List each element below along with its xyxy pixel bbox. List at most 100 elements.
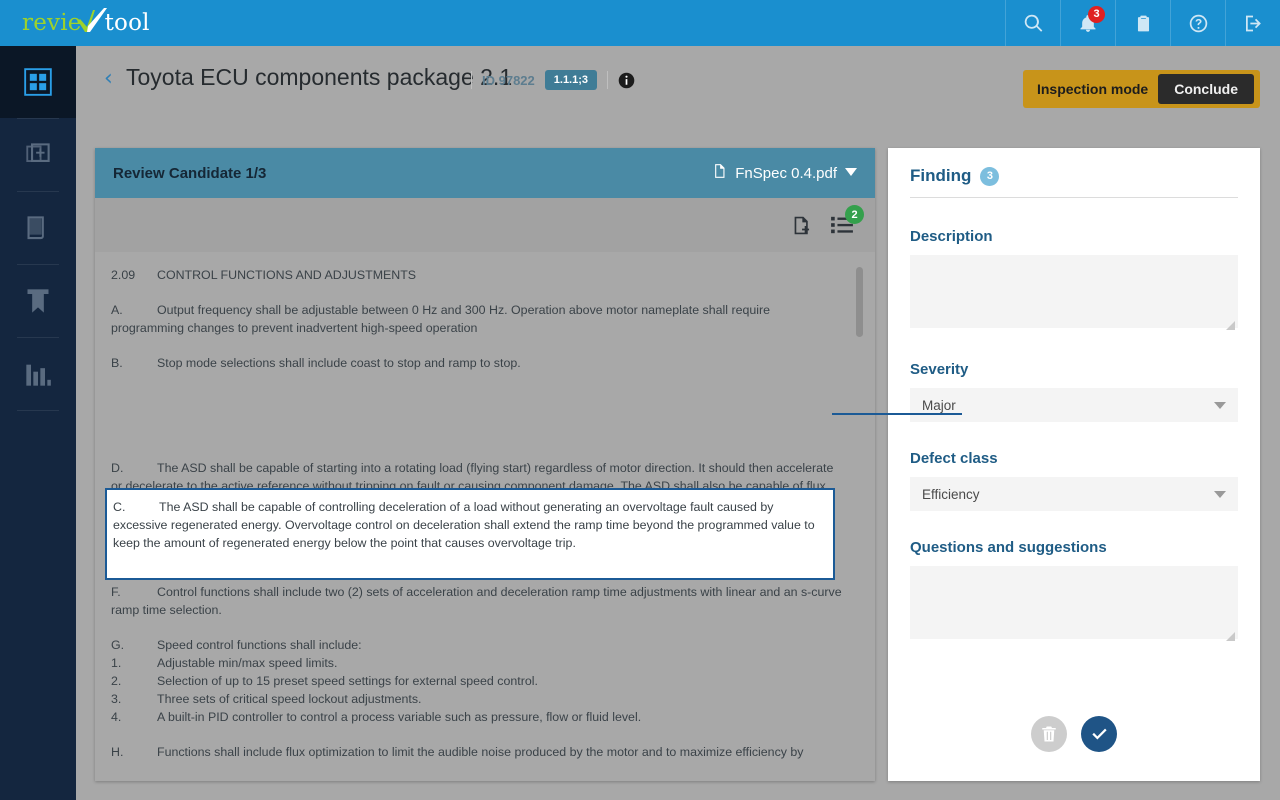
finding-panel: Finding 3 Description Severity Major Def…	[888, 148, 1260, 781]
description-input[interactable]	[910, 255, 1238, 328]
sidebar-item-add-document[interactable]	[0, 119, 76, 191]
document-body[interactable]: 2.09 CONTROL FUNCTIONS AND ADJUSTMENTS A.…	[95, 252, 875, 781]
paragraph-marker: C.	[113, 500, 126, 514]
logo-text-tool: tool	[104, 10, 150, 36]
review-candidate-label: Review Candidate 1/3	[113, 164, 267, 182]
back-button[interactable]: ‹	[104, 68, 113, 90]
document-paragraph: 3. Three sets of critical speed lockout a…	[111, 690, 845, 708]
defect-class-label: Defect class	[910, 450, 998, 467]
notification-count-badge: 3	[1088, 6, 1105, 23]
paragraph-text: Adjustable min/max speed limits.	[157, 656, 338, 670]
paragraph-text: Speed control functions shall include:	[157, 638, 362, 652]
questions-label: Questions and suggestions	[910, 539, 1107, 556]
paragraph-marker: 2.	[111, 674, 122, 688]
topbar-actions: 3	[1005, 0, 1280, 46]
page-title: Toyota ECU components package 2.1	[126, 64, 513, 90]
paragraph-marker: F.	[111, 585, 121, 599]
sidebar-item-statistics[interactable]	[0, 338, 76, 410]
divider	[471, 71, 472, 89]
sidebar	[0, 46, 76, 800]
document-scrollbar[interactable]	[856, 252, 863, 781]
header-meta: ID 97822 1.1.1;3	[471, 70, 635, 90]
divider	[607, 71, 609, 89]
document-paragraph: 2. Selection of up to 15 preset speed set…	[111, 672, 845, 690]
document-paragraph: H. Functions shall include flux optimizat…	[111, 743, 845, 761]
paragraph-marker: 4.	[111, 710, 122, 724]
document-panel: Review Candidate 1/3 FnSpec 0.4.pdf 2 2.…	[95, 148, 875, 781]
paragraph-text: Functions shall include flux optimizatio…	[157, 745, 804, 759]
document-paragraph: 1. Adjustable min/max speed limits.	[111, 654, 845, 672]
document-paragraph: B. Stop mode selections shall include coa…	[111, 354, 845, 372]
chevron-down-icon	[1214, 401, 1226, 409]
paragraph-marker: D.	[111, 461, 124, 475]
chevron-down-icon	[1214, 490, 1226, 498]
divider	[910, 197, 1238, 198]
file-icon	[712, 162, 727, 185]
app-logo[interactable]: revie tool	[22, 7, 150, 39]
delete-finding-button[interactable]	[1031, 716, 1067, 752]
page-header: ‹ Toyota ECU components package 2.1 ID 9…	[76, 46, 1280, 118]
help-icon[interactable]	[1170, 0, 1225, 46]
finding-count-badge: 3	[980, 166, 1000, 186]
info-icon[interactable]	[618, 72, 635, 89]
paragraph-text: Three sets of critical speed lockout adj…	[157, 692, 422, 706]
scrollbar-thumb[interactable]	[856, 267, 863, 337]
findings-count-badge: 2	[845, 205, 864, 224]
paragraph-marker: A.	[111, 303, 123, 317]
logo-text-review: revie	[22, 10, 82, 36]
severity-value: Major	[922, 397, 956, 413]
file-selector[interactable]: FnSpec 0.4.pdf	[712, 162, 857, 185]
description-label: Description	[910, 228, 993, 245]
paragraph-marker: 3.	[111, 692, 122, 706]
document-paragraph: G. Speed control functions shall include:	[111, 636, 845, 654]
logout-icon[interactable]	[1225, 0, 1280, 46]
add-document-icon[interactable]	[792, 215, 813, 236]
defect-class-select[interactable]: Efficiency	[910, 477, 1238, 511]
paragraph-text: A built-in PID controller to control a p…	[157, 710, 642, 724]
severity-select[interactable]: Major	[910, 388, 1238, 422]
defect-class-value: Efficiency	[922, 486, 980, 502]
document-paragraph: F. Control functions shall include two (2…	[111, 583, 845, 619]
file-name: FnSpec 0.4.pdf	[735, 164, 837, 182]
chevron-down-icon	[845, 164, 857, 182]
version-badge: 1.1.1;3	[544, 70, 598, 90]
search-icon[interactable]	[1005, 0, 1060, 46]
notifications-bell-icon[interactable]: 3	[1060, 0, 1115, 46]
questions-input[interactable]	[910, 566, 1238, 639]
finding-header: Finding 3	[910, 166, 1238, 197]
finding-connector-line	[832, 413, 962, 415]
section-number: 2.09	[111, 268, 136, 282]
paragraph-marker: B.	[111, 356, 123, 370]
sidebar-item-library[interactable]	[0, 192, 76, 264]
highlighted-finding-text[interactable]: C. The ASD shall be capable of controllin…	[105, 488, 835, 580]
document-toolbar: 2	[95, 198, 875, 252]
document-panel-header: Review Candidate 1/3 FnSpec 0.4.pdf	[95, 148, 875, 198]
highlighted-paragraph: C. The ASD shall be capable of controllin…	[113, 498, 823, 552]
document-section-heading: 2.09 CONTROL FUNCTIONS AND ADJUSTMENTS	[111, 266, 845, 284]
conclude-button[interactable]: Conclude	[1158, 74, 1254, 104]
paragraph-marker: 1.	[111, 656, 122, 670]
inspection-mode-label: Inspection mode	[1036, 81, 1149, 97]
clipboard-icon[interactable]	[1115, 0, 1170, 46]
sidebar-item-dashboard[interactable]	[0, 46, 76, 118]
paragraph-text: Output frequency shall be adjustable bet…	[111, 303, 771, 335]
finding-actions	[910, 716, 1238, 752]
finding-title: Finding	[910, 166, 972, 185]
sidebar-divider	[17, 410, 59, 411]
sidebar-item-bookmark[interactable]	[0, 265, 76, 337]
document-id: ID 97822	[482, 72, 535, 88]
paragraph-text: Selection of up to 15 preset speed setti…	[157, 674, 538, 688]
paragraph-marker: G.	[111, 638, 125, 652]
checkmark-icon	[77, 7, 108, 39]
document-paragraph: A. Output frequency shall be adjustable b…	[111, 301, 845, 337]
paragraph-text: The ASD shall be capable of controlling …	[113, 500, 815, 550]
section-title: CONTROL FUNCTIONS AND ADJUSTMENTS	[157, 268, 417, 282]
severity-label: Severity	[910, 361, 969, 378]
top-bar: revie tool 3	[0, 0, 1280, 46]
confirm-finding-button[interactable]	[1081, 716, 1117, 752]
paragraph-text: Control functions shall include two (2) …	[111, 585, 842, 617]
inspection-mode-bar: Inspection mode Conclude	[1022, 70, 1260, 108]
document-paragraph: 4. A built-in PID controller to control a…	[111, 708, 845, 726]
paragraph-text: Stop mode selections shall include coast…	[157, 356, 521, 370]
findings-list-icon[interactable]: 2	[831, 205, 864, 235]
